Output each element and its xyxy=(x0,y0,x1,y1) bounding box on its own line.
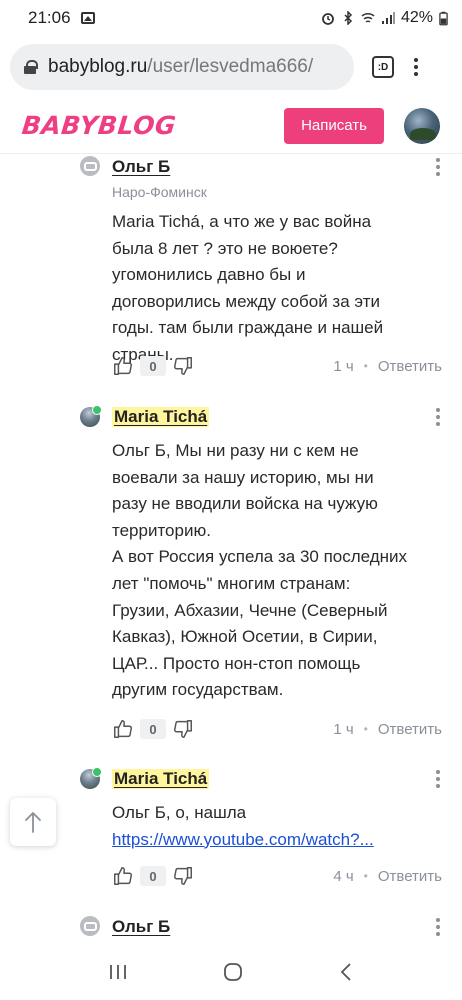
system-nav-bar xyxy=(0,944,462,1000)
comment-paragraph: А вот Россия успела за 30 последних лет … xyxy=(112,547,408,700)
comment-paragraph: Ольг Б, Мы ни разу ни с кем не воевали з… xyxy=(112,441,378,540)
browser-toolbar: babyblog.ru /user/lesvedma666/ :D xyxy=(0,36,462,98)
comment-menu-icon[interactable] xyxy=(436,918,440,936)
comment-actions: 0 1 ч • Ответить xyxy=(112,716,442,742)
back-icon[interactable] xyxy=(338,962,354,982)
url-path: /user/lesvedma666/ xyxy=(147,56,314,77)
home-icon[interactable] xyxy=(223,962,243,982)
thumbs-down-icon[interactable] xyxy=(172,865,194,887)
thumbs-down-icon[interactable] xyxy=(172,718,194,740)
battery-percent: 42% xyxy=(400,9,433,26)
arrow-up-icon xyxy=(25,812,41,833)
battery-icon xyxy=(439,11,448,25)
signal-icon xyxy=(381,12,395,24)
comment-text: Ольг Б, о, нашла https://www.youtube.com… xyxy=(112,800,412,853)
comment-menu-icon[interactable] xyxy=(436,158,440,176)
recents-icon[interactable] xyxy=(108,963,128,981)
avatar[interactable] xyxy=(80,156,100,176)
comment-text: Maria Tichá, а что же у вас война была 8… xyxy=(112,209,412,369)
avatar[interactable] xyxy=(80,916,100,936)
thumbs-up-icon[interactable] xyxy=(112,718,134,740)
reply-link[interactable]: Ответить xyxy=(378,721,442,738)
gallery-icon xyxy=(80,12,95,24)
comment-menu-icon[interactable] xyxy=(436,770,440,788)
comment-author[interactable]: Maria Tichá xyxy=(112,769,210,789)
comment-meta: 4 ч • Ответить xyxy=(333,868,442,885)
thumbs-down-icon[interactable] xyxy=(172,355,194,377)
like-count: 0 xyxy=(140,719,166,739)
separator-dot: • xyxy=(363,722,368,736)
comment-meta: 1 ч • Ответить xyxy=(333,721,442,738)
comment-author[interactable]: Ольг Б xyxy=(112,917,170,937)
separator-dot: • xyxy=(363,359,368,373)
lock-icon xyxy=(24,60,38,74)
youtube-link[interactable]: https://www.youtube.com/watch?... xyxy=(112,830,374,849)
like-count: 0 xyxy=(140,866,166,886)
write-button[interactable]: Написать xyxy=(284,107,384,144)
bluetooth-icon xyxy=(344,11,353,25)
thumbs-up-icon[interactable] xyxy=(112,355,134,377)
comment-author[interactable]: Ольг Б xyxy=(112,157,170,177)
comment-time: 1 ч xyxy=(333,720,354,738)
comment-paragraph: Maria Tichá, а что же у вас война была 8… xyxy=(112,212,384,364)
status-bar: 21:06 42% xyxy=(0,0,462,36)
comment-text: Ольг Б, Мы ни разу ни с кем не воевали з… xyxy=(112,438,412,704)
url-host: babyblog.ru xyxy=(48,56,148,77)
user-avatar[interactable] xyxy=(404,107,440,144)
reply-link[interactable]: Ответить xyxy=(378,868,442,885)
site-logo[interactable]: BABYBLOG xyxy=(20,111,177,140)
thumbs-up-icon[interactable] xyxy=(112,865,134,887)
back-to-top-button[interactable] xyxy=(10,798,56,846)
address-bar[interactable]: babyblog.ru /user/lesvedma666/ xyxy=(10,44,354,90)
avatar[interactable] xyxy=(80,405,102,427)
comment-time: 4 ч xyxy=(333,867,354,885)
site-header: BABYBLOG Написать xyxy=(0,98,462,154)
comment-time: 1 ч xyxy=(333,357,354,375)
separator-dot: • xyxy=(363,869,368,883)
wifi-icon xyxy=(361,12,375,23)
avatar[interactable] xyxy=(80,767,102,789)
status-icons: 42% xyxy=(321,9,448,27)
comment-paragraph: Ольг Б, о, нашла xyxy=(112,803,247,822)
comment-menu-icon[interactable] xyxy=(436,408,440,426)
reply-link[interactable]: Ответить xyxy=(378,358,442,375)
comment-author[interactable]: Maria Tichá xyxy=(112,407,210,427)
comment-actions: 0 1 ч • Ответить xyxy=(112,353,442,379)
comment-meta: 1 ч • Ответить xyxy=(333,358,442,375)
tab-switcher-button[interactable]: :D xyxy=(372,56,394,78)
like-count: 0 xyxy=(140,356,166,376)
browser-menu-icon[interactable] xyxy=(414,58,418,76)
status-time: 21:06 xyxy=(28,8,71,27)
author-city: Наро-Фоминск xyxy=(112,184,207,200)
alarm-icon xyxy=(322,13,334,25)
comment-actions: 0 4 ч • Ответить xyxy=(112,863,442,889)
